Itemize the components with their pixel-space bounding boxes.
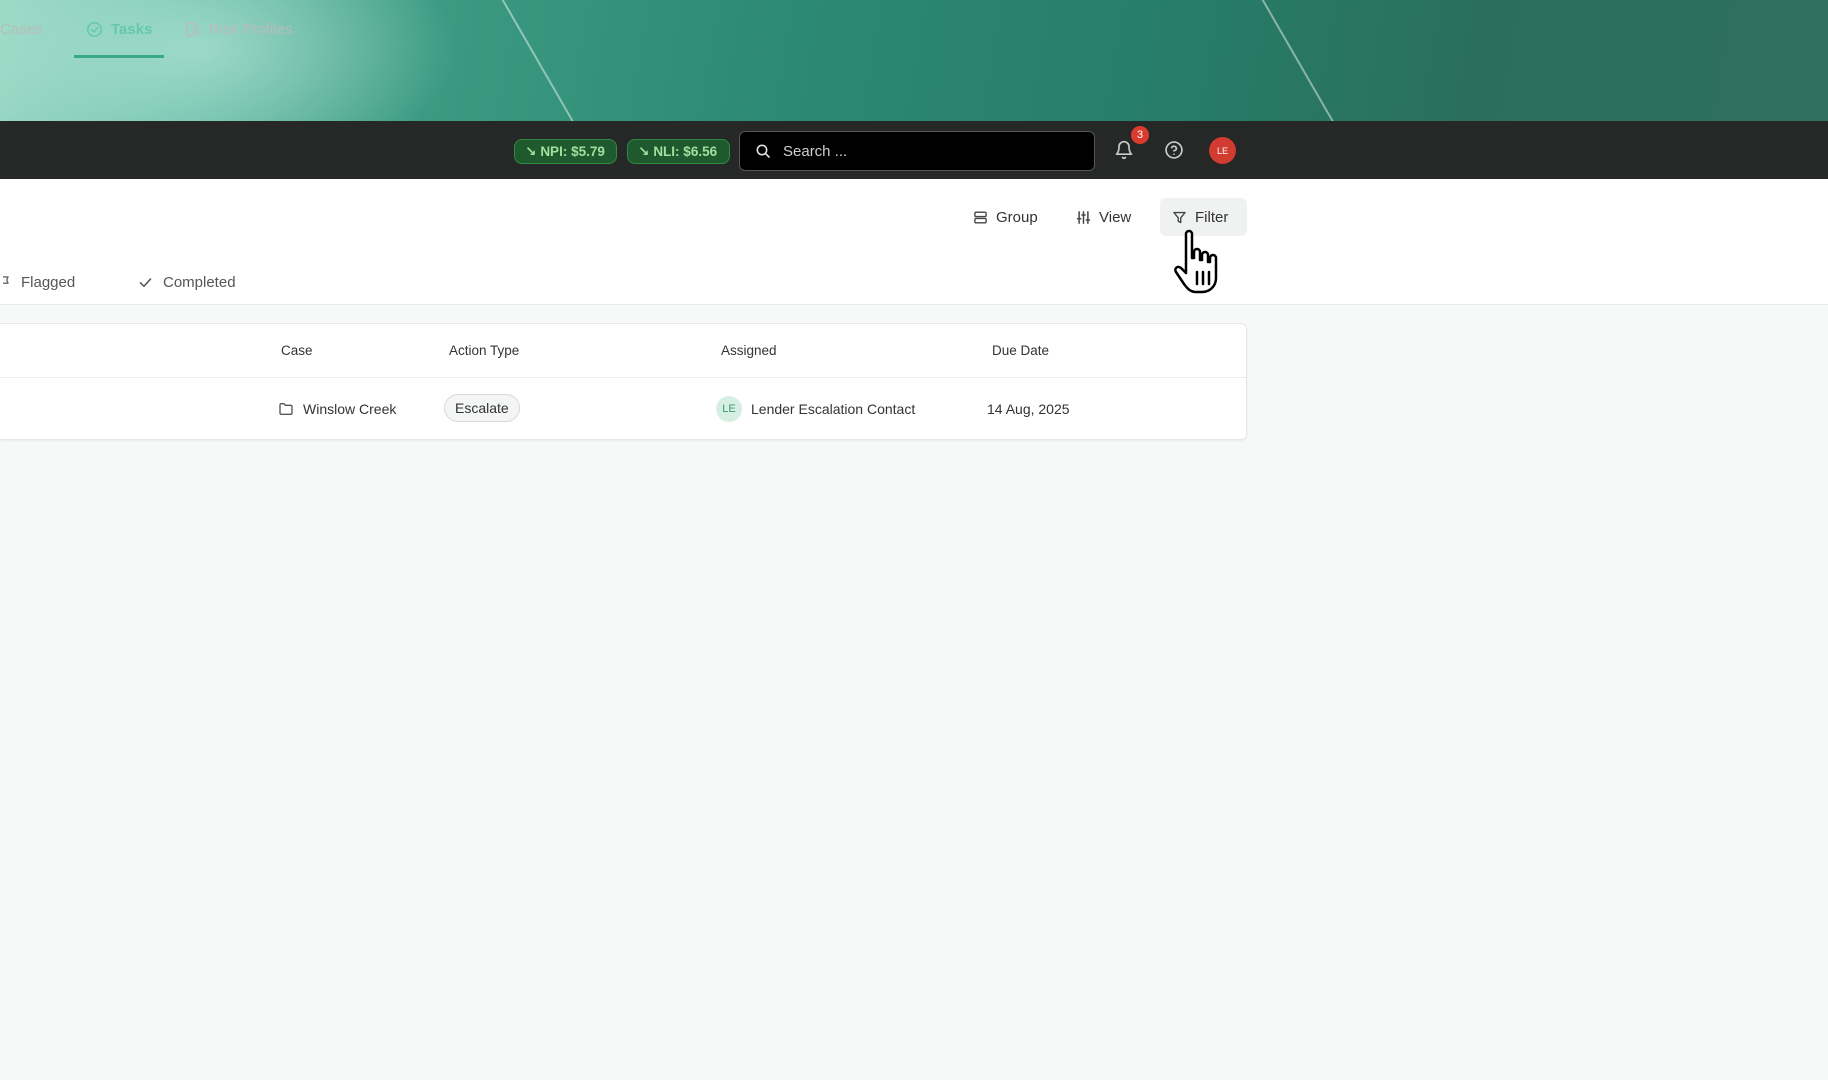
user-avatar[interactable]: LE [1209,137,1236,164]
active-tab-indicator [74,55,164,58]
tab-completed-label: Completed [163,274,236,291]
filter-button-label: Filter [1195,208,1229,226]
group-button[interactable]: Group [961,198,1050,236]
table-divider [0,377,1246,378]
funnel-icon [1173,211,1186,223]
main-content [0,179,1828,1080]
action-type-chip: Escalate [444,394,520,422]
hand-cursor-icon [1174,229,1218,294]
trend-down-icon: ↘ [525,143,537,159]
nav-cases[interactable]: Cases [0,0,43,58]
tasks-table: Case Action Type Assigned Due Date Winsl… [0,323,1247,440]
column-header-action-type[interactable]: Action Type [449,343,519,358]
column-header-case[interactable]: Case [281,343,313,358]
case-name: Winslow Creek [303,401,397,417]
npi-ticker-label: NPI: $5.79 [540,144,605,159]
group-button-label: Group [996,208,1038,226]
hero-decor-line [497,0,594,121]
column-header-assigned[interactable]: Assigned [721,343,777,358]
due-date-cell: 14 Aug, 2025 [987,401,1070,417]
trend-down-icon: ↘ [638,143,650,159]
flag-icon [3,276,9,284]
nav-tasks-label: Tasks [111,20,153,38]
rows-icon [974,211,987,223]
view-button[interactable]: View [1064,198,1143,236]
nli-ticker-label: NLI: $6.56 [653,144,718,159]
checkmark-icon [139,278,152,287]
assigned-cell: LE Lender Escalation Contact [716,396,915,422]
check-circle-icon [86,21,103,37]
assignee-avatar: LE [716,396,742,422]
hero-decor-line [1257,0,1354,121]
toolbar-area [0,179,1828,305]
tab-flagged[interactable]: Flagged [0,274,75,291]
case-cell[interactable]: Winslow Creek [278,401,396,417]
view-button-label: View [1099,208,1132,226]
notification-count-badge: 3 [1131,126,1149,144]
nav-risk-profiles[interactable]: Risk Profiles [184,0,292,58]
npi-ticker[interactable]: ↘ NPI: $5.79 [514,139,617,164]
assignee-name: Lender Escalation Contact [751,401,916,417]
action-type-cell: Escalate [444,394,520,422]
nav-cases-label: Cases [0,20,43,38]
file-search-icon [186,21,200,37]
search-input[interactable] [783,142,1063,160]
sliders-icon [1076,210,1091,224]
nav-tasks[interactable]: Tasks [86,0,152,58]
nav-risk-profiles-label: Risk Profiles [209,20,293,38]
nli-ticker[interactable]: ↘ NLI: $6.56 [627,139,730,164]
search-box[interactable] [739,131,1095,171]
help-icon[interactable] [1164,140,1184,160]
column-header-due-date[interactable]: Due Date [992,343,1049,358]
tab-completed[interactable]: Completed [138,274,236,291]
bell-icon[interactable] [1114,140,1134,160]
folder-icon [279,403,293,415]
tab-flagged-label: Flagged [21,274,76,291]
search-icon [756,144,770,158]
